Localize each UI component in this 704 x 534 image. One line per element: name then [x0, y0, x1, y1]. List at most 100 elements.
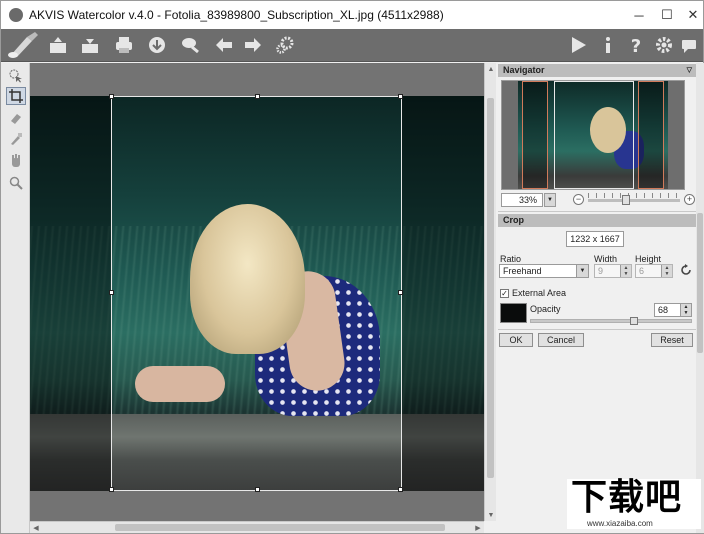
external-area-label: External Area	[512, 288, 567, 298]
navigator-preview[interactable]	[501, 80, 685, 190]
scroll-right-arrow-icon[interactable]: ▶	[472, 522, 484, 534]
watermark-logo-text: 下载吧	[571, 477, 683, 518]
save-image-icon[interactable]	[79, 34, 101, 56]
swap-orientation-icon[interactable]	[680, 264, 692, 278]
width-value: 9	[598, 266, 604, 276]
height-spinner-icon[interactable]: ▲ ▼	[661, 265, 672, 277]
zoom-ticks	[588, 193, 680, 198]
window-title: AKVIS Watercolor v.4.0 - Fotolia_8398980…	[29, 8, 444, 22]
zoom-out-button[interactable]: −	[573, 194, 584, 205]
height-field[interactable]: 6 ▲ ▼	[635, 264, 673, 278]
maximize-button[interactable]: ☐	[653, 1, 681, 29]
settings-panel: Navigator ▽ 33% ▼ − + Crop 1232 x 1667 R…	[498, 63, 704, 533]
zoom-slider-track[interactable]	[588, 199, 680, 202]
zoom-in-button[interactable]: +	[684, 194, 695, 205]
message-icon[interactable]	[678, 34, 700, 56]
reset-button[interactable]: Reset	[651, 333, 693, 347]
crop-icon[interactable]	[6, 87, 26, 105]
navigator-title: Navigator	[503, 65, 545, 75]
app-icon	[9, 8, 23, 22]
zoom-slider-thumb[interactable]	[621, 195, 630, 205]
ratio-value: Freehand	[503, 266, 542, 276]
ratio-select[interactable]: Freehand ▼	[499, 264, 589, 278]
collapse-navigator-icon[interactable]: ▽	[687, 64, 692, 77]
tools-panel	[1, 63, 30, 533]
external-area-left	[30, 96, 111, 491]
crop-handle-right[interactable]	[398, 290, 403, 295]
crop-dimensions: 1232 x 1667	[566, 231, 624, 247]
select-fragment-icon[interactable]	[6, 67, 26, 85]
redo-arrow-icon[interactable]	[242, 34, 264, 56]
opacity-input[interactable]: 68 ▲ ▼	[654, 303, 692, 317]
crop-handle-bottom-right[interactable]	[398, 487, 403, 492]
width-label: Width	[594, 254, 618, 264]
crop-handle-bottom-left[interactable]	[109, 487, 114, 492]
close-button[interactable]: ✕	[679, 1, 704, 29]
crop-handle-top-right[interactable]	[398, 94, 403, 99]
divider	[498, 329, 696, 330]
ok-button[interactable]: OK	[499, 333, 533, 347]
minimize-button[interactable]: ─	[625, 1, 653, 29]
crop-handle-left[interactable]	[109, 290, 114, 295]
opacity-spinner-icon[interactable]: ▲ ▼	[680, 304, 691, 316]
width-spinner-icon[interactable]: ▲ ▼	[620, 265, 631, 277]
open-image-icon[interactable]	[47, 34, 69, 56]
watermark-url: www.xiazaiba.com	[587, 519, 653, 528]
share-icon[interactable]	[146, 34, 168, 56]
vertical-scroll-thumb[interactable]	[487, 98, 494, 478]
vertical-scrollbar[interactable]: ▲ ▼	[484, 63, 496, 521]
navigator-crop-shade-right	[638, 81, 664, 189]
cancel-button[interactable]: Cancel	[538, 333, 584, 347]
crop-handle-top[interactable]	[255, 94, 260, 99]
scroll-up-arrow-icon[interactable]: ▲	[485, 63, 497, 75]
watermark: 下载吧 www.xiazaiba.com	[567, 479, 701, 529]
width-field[interactable]: 9 ▲ ▼	[594, 264, 632, 278]
image-canvas[interactable]	[30, 63, 484, 521]
brush-logo-icon	[7, 31, 41, 59]
zoom-input[interactable]: 33%	[501, 193, 543, 207]
opacity-slider-thumb[interactable]	[630, 317, 638, 325]
navigator-crop-shade-left	[522, 81, 548, 189]
external-area-right	[402, 96, 484, 491]
history-brush-icon[interactable]	[6, 130, 26, 148]
horizontal-scrollbar[interactable]: ◀ ▶	[30, 521, 484, 533]
opacity-value: 68	[658, 305, 669, 315]
settings-gear-icon[interactable]	[274, 34, 296, 56]
help-icon[interactable]: ?	[625, 34, 647, 56]
horizontal-scroll-thumb[interactable]	[115, 524, 445, 531]
height-value: 6	[639, 266, 645, 276]
navigator-header[interactable]: Navigator ▽	[498, 64, 696, 77]
info-icon[interactable]	[597, 34, 619, 56]
zoom-dropdown-icon[interactable]: ▼	[544, 193, 556, 207]
height-label: Height	[635, 254, 662, 264]
run-play-icon[interactable]	[567, 34, 589, 56]
zoom-controls: 33% ▼ − +	[501, 193, 695, 208]
scroll-down-arrow-icon[interactable]: ▼	[485, 509, 497, 521]
ratio-dropdown-icon[interactable]: ▼	[576, 265, 588, 277]
crop-handle-top-left[interactable]	[109, 94, 114, 99]
undo-arrow-icon[interactable]	[213, 34, 235, 56]
print-icon[interactable]	[113, 34, 135, 56]
opacity-label: Opacity	[530, 304, 561, 314]
crop-title: Crop	[503, 215, 524, 225]
external-area-checkbox[interactable]: ✓	[500, 289, 509, 298]
crop-header: Crop	[498, 214, 696, 227]
zoom-icon[interactable]	[6, 174, 26, 192]
external-area-color-swatch[interactable]	[500, 303, 527, 323]
panel-scrollbar[interactable]	[696, 63, 704, 533]
divider	[498, 211, 696, 212]
crop-handle-bottom[interactable]	[255, 487, 260, 492]
scroll-left-arrow-icon[interactable]: ◀	[30, 522, 42, 534]
title-bar: AKVIS Watercolor v.4.0 - Fotolia_8398980…	[1, 1, 703, 29]
hand-icon[interactable]	[6, 152, 26, 170]
navigator-view-rectangle[interactable]	[554, 81, 634, 189]
panel-scroll-thumb[interactable]	[697, 213, 703, 353]
main-toolbar: ?	[1, 29, 703, 62]
preferences-gear-icon[interactable]	[653, 34, 675, 56]
svg-text:?: ?	[631, 36, 641, 55]
opacity-slider-track[interactable]	[530, 319, 692, 323]
crop-frame[interactable]	[109, 94, 403, 492]
eraser-icon[interactable]	[6, 109, 26, 127]
batch-icon[interactable]	[179, 34, 201, 56]
app-window: AKVIS Watercolor v.4.0 - Fotolia_8398980…	[0, 0, 704, 534]
